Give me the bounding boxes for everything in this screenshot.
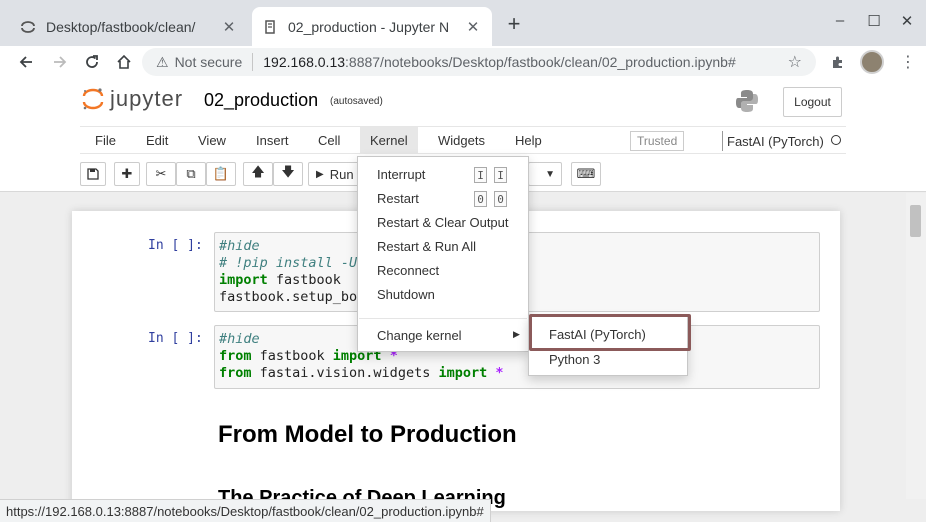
code-text: fastbook bbox=[251, 348, 333, 364]
menu-item-label: Restart & Run All bbox=[377, 238, 476, 254]
submenu-arrow-icon: ▶ bbox=[513, 329, 520, 339]
browser-toolbar: ⚠ Not secure 192.168.0.13:8887/notebooks… bbox=[0, 46, 926, 78]
new-tab-button[interactable]: + bbox=[502, 13, 526, 37]
close-tab-icon[interactable]: ✕ bbox=[220, 18, 238, 36]
jupyter-logo[interactable]: jupyter bbox=[82, 86, 183, 112]
extensions-icon[interactable] bbox=[826, 50, 850, 74]
menu-item-label: Shutdown bbox=[377, 286, 435, 302]
menu-kernel[interactable]: Kernel bbox=[360, 127, 418, 154]
menu-cell[interactable]: Cell bbox=[308, 127, 350, 154]
home-icon[interactable] bbox=[112, 50, 136, 74]
menu-item-reconnect[interactable]: Reconnect bbox=[358, 259, 528, 281]
menu-widgets[interactable]: Widgets bbox=[428, 127, 495, 154]
warning-icon[interactable]: ⚠ bbox=[156, 54, 169, 71]
shortcut-key: I bbox=[474, 167, 487, 183]
back-icon[interactable] bbox=[14, 50, 38, 74]
window-bottom-edge bbox=[0, 522, 926, 526]
chevron-down-icon: ▼ bbox=[545, 168, 555, 180]
cell-prompt: In [ ]: bbox=[148, 238, 203, 253]
run-label: Run bbox=[329, 166, 354, 182]
move-up-icon[interactable]: 🡅 bbox=[243, 162, 273, 186]
browser-tab-files[interactable]: Desktop/fastbook/clean/ ✕ bbox=[10, 7, 248, 46]
run-button[interactable]: ▶ Run bbox=[308, 162, 362, 186]
menu-file[interactable]: File bbox=[85, 127, 126, 154]
markdown-heading-1: From Model to Production bbox=[218, 421, 517, 448]
tab-title: 02_production - Jupyter N bbox=[288, 18, 450, 35]
code-text: fastbook bbox=[267, 272, 341, 288]
bookmark-star-icon[interactable]: ☆ bbox=[788, 52, 802, 72]
code-operator: * bbox=[487, 365, 504, 381]
move-down-icon[interactable]: 🡇 bbox=[273, 162, 303, 186]
forward-icon[interactable] bbox=[48, 50, 72, 74]
menu-item-restart-run-all[interactable]: Restart & Run All bbox=[358, 235, 528, 257]
jupyter-wordmark: jupyter bbox=[110, 86, 184, 111]
highlight-box bbox=[529, 314, 691, 351]
paste-icon[interactable]: 📋 bbox=[206, 162, 236, 186]
copy-icon[interactable]: ⧉ bbox=[176, 162, 206, 186]
cut-icon[interactable]: ✂ bbox=[146, 162, 176, 186]
code-keyword: from bbox=[219, 365, 252, 381]
cell-prompt: In [ ]: bbox=[148, 331, 203, 346]
code-keyword: import bbox=[219, 272, 268, 288]
python-logo-icon bbox=[734, 88, 760, 114]
save-icon[interactable] bbox=[80, 162, 106, 186]
maximize-icon[interactable]: ☐ bbox=[864, 12, 884, 30]
shortcut-key: 0 bbox=[474, 191, 487, 207]
shortcut-key: I bbox=[494, 167, 507, 183]
menu-item-label: Interrupt bbox=[377, 166, 426, 182]
code-text: fastai.vision.widgets bbox=[251, 365, 439, 381]
menu-divider bbox=[359, 318, 527, 319]
shortcut-key: 0 bbox=[494, 191, 507, 207]
minimize-icon[interactable]: – bbox=[830, 12, 850, 29]
jupyter-favicon-icon bbox=[20, 19, 36, 35]
play-icon: ▶ bbox=[316, 168, 324, 180]
cell-type-select[interactable]: ▼ bbox=[528, 162, 562, 186]
url-host: 192.168.0.13 bbox=[263, 54, 346, 70]
status-bar-url: https://192.168.0.13:8887/notebooks/Desk… bbox=[0, 499, 491, 522]
notebook-name[interactable]: 02_production bbox=[204, 90, 318, 111]
kernel-status-icon bbox=[831, 135, 841, 145]
save-status: (autosaved) bbox=[330, 96, 383, 107]
kernel-menu-dropdown: Interrupt I I Restart 0 0 Restart & Clea… bbox=[357, 156, 529, 352]
page-scrollbar[interactable] bbox=[906, 193, 926, 499]
insert-cell-icon[interactable]: ✚ bbox=[114, 162, 140, 186]
kernel-name[interactable]: FastAI (PyTorch) bbox=[722, 131, 824, 151]
menu-item-label: Restart bbox=[377, 190, 419, 206]
logout-button[interactable]: Logout bbox=[783, 87, 842, 117]
browser-menu-icon[interactable]: ⋮ bbox=[896, 50, 920, 74]
menu-item-restart-clear-output[interactable]: Restart & Clear Output bbox=[358, 211, 528, 233]
browser-tab-strip: Desktop/fastbook/clean/ ✕ 02_production … bbox=[0, 0, 926, 46]
close-window-icon[interactable]: ✕ bbox=[897, 12, 917, 30]
jupyter-logo-icon bbox=[82, 87, 104, 111]
trusted-indicator[interactable]: Trusted bbox=[630, 131, 685, 151]
code-keyword: from bbox=[219, 348, 252, 364]
address-bar[interactable]: ⚠ Not secure 192.168.0.13:8887/notebooks… bbox=[142, 48, 816, 76]
notebook-favicon-icon bbox=[262, 19, 278, 35]
menu-item-shutdown[interactable]: Shutdown bbox=[358, 283, 528, 305]
menu-item-label: Restart & Clear Output bbox=[377, 214, 509, 230]
url-path: :8887/notebooks/Desktop/fastbook/clean/0… bbox=[345, 54, 736, 70]
menu-item-label: Reconnect bbox=[377, 262, 440, 278]
menu-insert[interactable]: Insert bbox=[246, 127, 299, 154]
notebook-menubar: File Edit View Insert Cell Kernel Widget… bbox=[80, 126, 846, 154]
menu-help[interactable]: Help bbox=[505, 127, 552, 154]
reload-icon[interactable] bbox=[80, 50, 104, 74]
browser-tab-notebook[interactable]: 02_production - Jupyter N ✕ bbox=[252, 7, 492, 46]
tab-title: Desktop/fastbook/clean/ bbox=[46, 18, 196, 35]
menu-view[interactable]: View bbox=[188, 127, 236, 154]
address-divider bbox=[252, 53, 254, 71]
security-label[interactable]: Not secure bbox=[175, 54, 243, 70]
profile-avatar[interactable] bbox=[860, 50, 884, 74]
close-tab-icon[interactable]: ✕ bbox=[464, 18, 482, 36]
scrollbar-thumb[interactable] bbox=[910, 205, 921, 237]
menu-item-label: Change kernel bbox=[377, 327, 462, 343]
keyboard-icon[interactable]: ⌨ bbox=[571, 162, 601, 186]
menu-edit[interactable]: Edit bbox=[136, 127, 178, 154]
menu-item-change-kernel[interactable]: Change kernel bbox=[358, 324, 528, 346]
code-keyword: import bbox=[438, 365, 488, 381]
